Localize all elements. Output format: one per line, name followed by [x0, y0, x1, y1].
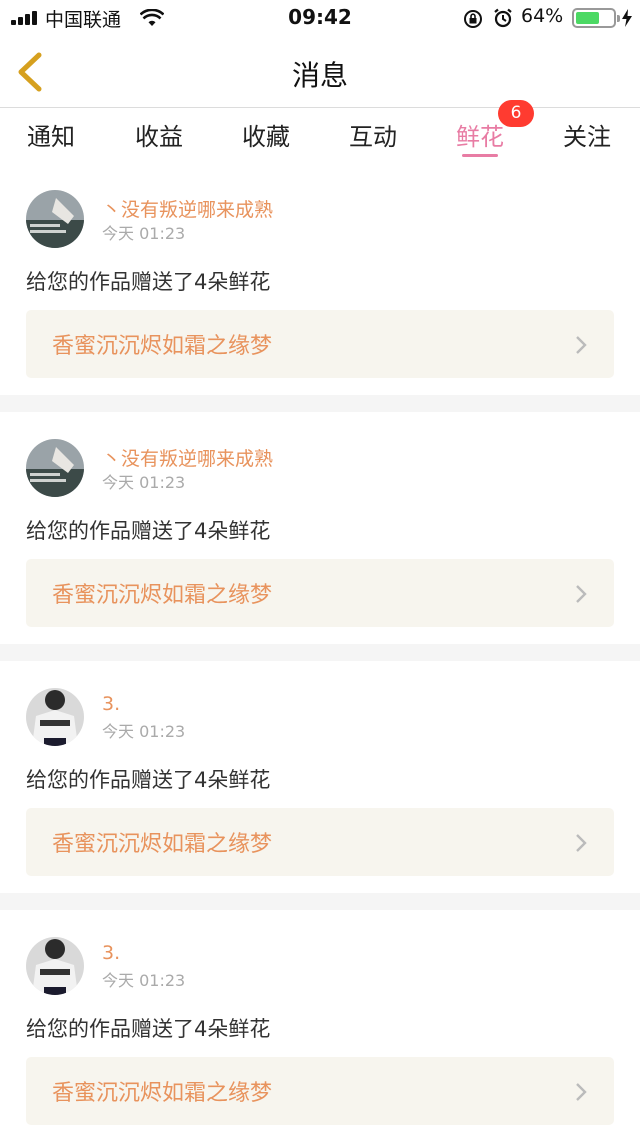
work-link[interactable]: 香蜜沉沉烬如霜之缘梦 [26, 559, 614, 627]
sender-name[interactable]: 3. [102, 693, 120, 715]
orientation-lock-icon [464, 10, 482, 28]
chevron-right-icon [576, 336, 587, 354]
sender-name[interactable]: 丶没有叛逆哪来成熟 [102, 195, 273, 222]
active-tab-indicator [462, 154, 498, 157]
message-time: 今天 01:23 [102, 473, 186, 492]
work-link[interactable]: 香蜜沉沉烬如霜之缘梦 [26, 1057, 614, 1125]
message-text: 给您的作品赠送了4朵鲜花 [26, 270, 271, 294]
message-time: 今天 01:23 [102, 224, 186, 243]
battery-icon [572, 8, 620, 28]
message-text: 给您的作品赠送了4朵鲜花 [26, 768, 271, 792]
work-title: 香蜜沉沉烬如霜之缘梦 [52, 583, 273, 608]
message-card: 3. 今天 01:23 给您的作品赠送了4朵鲜花 香蜜沉沉烬如霜之缘梦 [0, 668, 640, 900]
battery-percent: 64% [521, 5, 564, 27]
alarm-icon [494, 8, 512, 28]
flowers-count-badge: 6 [498, 100, 534, 127]
message-text: 给您的作品赠送了4朵鲜花 [26, 1017, 271, 1041]
sender-name[interactable]: 丶没有叛逆哪来成熟 [102, 444, 273, 471]
page-title: 消息 [291, 59, 348, 92]
tab-bar: 通知 收益 收藏 互动 鲜花 关注 [0, 109, 640, 167]
work-link[interactable]: 香蜜沉沉烬如霜之缘梦 [26, 310, 614, 378]
message-card: 3. 今天 01:23 给您的作品赠送了4朵鲜花 香蜜沉沉烬如霜之缘梦 [0, 917, 640, 1139]
separator [0, 395, 640, 412]
work-title: 香蜜沉沉烬如霜之缘梦 [52, 334, 273, 359]
message-text: 给您的作品赠送了4朵鲜花 [26, 519, 271, 543]
sender-avatar[interactable] [26, 937, 84, 995]
tab-favorites[interactable]: 收藏 [226, 117, 306, 152]
message-card: 丶没有叛逆哪来成熟 今天 01:23 给您的作品赠送了4朵鲜花 香蜜沉沉烬如霜之… [0, 419, 640, 651]
sender-avatar[interactable] [26, 688, 84, 746]
tab-notifications[interactable]: 通知 [11, 117, 91, 152]
chevron-right-icon [576, 1083, 587, 1101]
tab-interactions[interactable]: 互动 [333, 117, 413, 152]
sender-name[interactable]: 3. [102, 942, 120, 964]
message-card: 丶没有叛逆哪来成熟 今天 01:23 给您的作品赠送了4朵鲜花 香蜜沉沉烬如霜之… [0, 170, 640, 402]
charging-bolt-icon [622, 9, 632, 27]
message-time: 今天 01:23 [102, 971, 186, 990]
status-bar: 中国联通 09:42 64% [0, 0, 640, 36]
separator [0, 893, 640, 910]
nav-bar: 消息 [0, 36, 640, 108]
chevron-right-icon [576, 834, 587, 852]
message-time: 今天 01:23 [102, 722, 186, 741]
work-title: 香蜜沉沉烬如霜之缘梦 [52, 832, 273, 857]
sender-avatar[interactable] [26, 439, 84, 497]
work-link[interactable]: 香蜜沉沉烬如霜之缘梦 [26, 808, 614, 876]
separator [0, 644, 640, 661]
sender-avatar[interactable] [26, 190, 84, 248]
tab-earnings[interactable]: 收益 [119, 117, 199, 152]
tab-following[interactable]: 关注 [547, 117, 627, 152]
chevron-right-icon [576, 585, 587, 603]
work-title: 香蜜沉沉烬如霜之缘梦 [52, 1081, 273, 1106]
